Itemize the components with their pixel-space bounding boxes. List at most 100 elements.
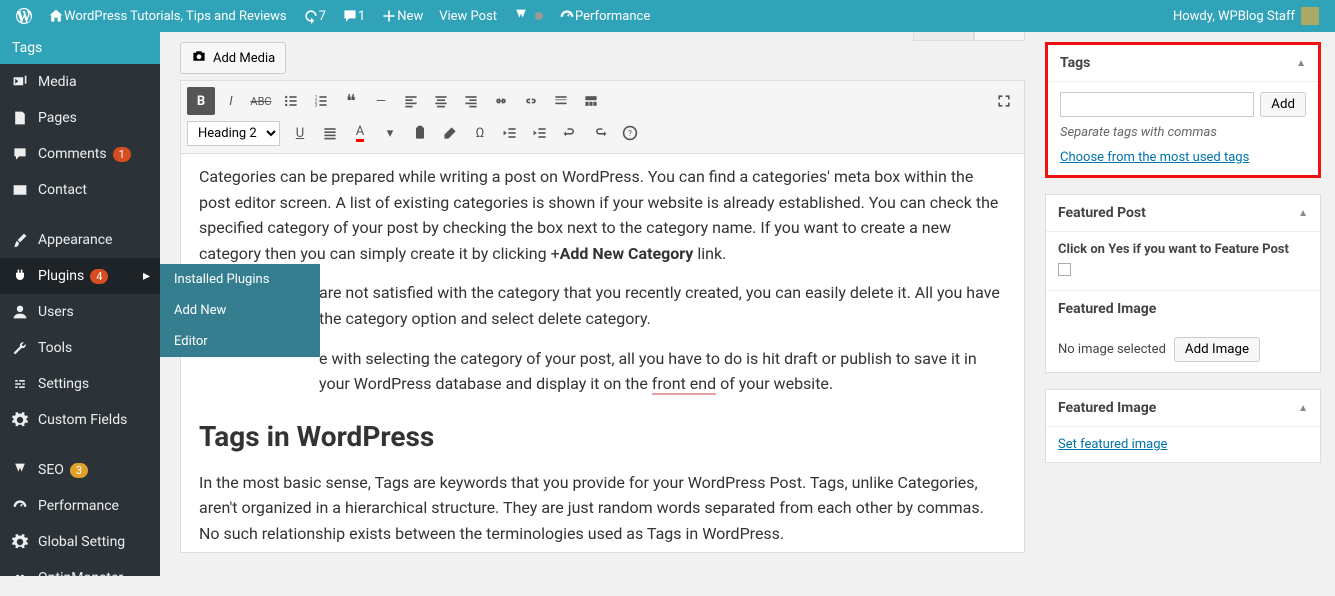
- mail-icon: [12, 182, 28, 198]
- list-ul-icon: [283, 93, 299, 109]
- toolbar-justify[interactable]: [316, 119, 344, 147]
- toolbar-align-center[interactable]: [427, 87, 455, 115]
- tags-title: Tags: [1060, 55, 1090, 71]
- brush-icon: [12, 232, 28, 248]
- toggle-icon[interactable]: ▲: [1296, 58, 1306, 69]
- sidebar-item-custom-fields[interactable]: Custom Fields: [0, 402, 160, 438]
- camera-icon: [191, 48, 207, 64]
- outdent-icon: [502, 125, 518, 141]
- toolbar-redo[interactable]: [586, 119, 614, 147]
- sidebar-item-optinmonster[interactable]: OptinMonster: [0, 560, 160, 596]
- wrench-icon: [12, 340, 28, 356]
- view-post-link[interactable]: View Post: [431, 0, 505, 32]
- toolbar-quote[interactable]: ❝: [337, 87, 365, 115]
- tags-input[interactable]: [1060, 92, 1254, 117]
- featured-post-metabox: Featured Post▲ Click on Yes if you want …: [1045, 194, 1321, 373]
- yoast-icon: [513, 8, 529, 24]
- toolbar-toggle[interactable]: [577, 87, 605, 115]
- tab-text[interactable]: Text: [974, 32, 1025, 41]
- sidebar-item-tools[interactable]: Tools: [0, 330, 160, 366]
- user-icon: [12, 304, 28, 320]
- editor-toolbar: B I ABC 123 ❝ — Heading: [180, 80, 1025, 153]
- sidebar-item-media[interactable]: Media: [0, 64, 160, 100]
- toolbar-italic[interactable]: I: [217, 87, 245, 115]
- toolbar-textcolor-picker[interactable]: ▾: [376, 119, 404, 147]
- featured-post-label: Click on Yes if you want to Feature Post: [1058, 242, 1289, 257]
- plugins-badge: 4: [90, 269, 108, 284]
- optinmonster-icon: [12, 570, 28, 586]
- sidebar-item-performance[interactable]: Performance: [0, 488, 160, 524]
- add-image-button[interactable]: Add Image: [1174, 337, 1260, 362]
- toolbar-outdent[interactable]: [496, 119, 524, 147]
- gear-icon: [12, 534, 28, 550]
- toolbar-clear[interactable]: [436, 119, 464, 147]
- align-right-icon: [463, 93, 479, 109]
- sidebar-item-seo[interactable]: SEO3: [0, 452, 160, 488]
- avatar: [1301, 7, 1319, 25]
- howdy-link[interactable]: Howdy, WPBlog Staff: [1165, 0, 1327, 32]
- toolbar-specialchar[interactable]: Ω: [466, 119, 494, 147]
- toolbar-underline[interactable]: U: [286, 119, 314, 147]
- align-left-icon: [403, 93, 419, 109]
- toolbar-undo[interactable]: [556, 119, 584, 147]
- comments-badge: 1: [113, 147, 131, 162]
- format-select[interactable]: Heading 2: [187, 121, 280, 146]
- toolbar-hr[interactable]: —: [367, 87, 395, 115]
- updates-link[interactable]: 7: [295, 0, 334, 32]
- toolbar-fullscreen[interactable]: [990, 87, 1018, 115]
- settings-icon: [12, 376, 28, 392]
- choose-tags-link[interactable]: Choose from the most used tags: [1060, 150, 1306, 165]
- tab-visual[interactable]: Visual: [913, 32, 975, 41]
- svg-text:3: 3: [315, 103, 318, 109]
- toggle-icon[interactable]: ▲: [1298, 208, 1308, 219]
- tags-hint: Separate tags with commas: [1060, 125, 1306, 140]
- comments-link[interactable]: 1: [334, 0, 373, 32]
- toolbar-ul[interactable]: [277, 87, 305, 115]
- toolbar-paste[interactable]: [406, 119, 434, 147]
- sidebar-item-appearance[interactable]: Appearance: [0, 222, 160, 258]
- sidebar-top-label[interactable]: Tags: [0, 32, 160, 64]
- sidebar-item-contact[interactable]: Contact: [0, 172, 160, 208]
- new-link[interactable]: New: [373, 0, 431, 32]
- submenu-add-new[interactable]: Add New: [160, 295, 320, 326]
- sidebar-item-plugins[interactable]: Plugins4▸: [0, 258, 160, 294]
- toolbar-indent[interactable]: [526, 119, 554, 147]
- wp-logo[interactable]: [8, 0, 40, 32]
- submenu-editor[interactable]: Editor: [160, 326, 320, 357]
- toolbar-textcolor[interactable]: A: [346, 119, 374, 147]
- toolbar-bold[interactable]: B: [187, 87, 215, 115]
- sidebar-item-comments[interactable]: Comments1: [0, 136, 160, 172]
- align-center-icon: [433, 93, 449, 109]
- fullscreen-icon: [996, 93, 1012, 109]
- media-icon: [12, 74, 28, 90]
- add-media-button[interactable]: Add Media: [180, 42, 286, 74]
- admin-bar: WordPress Tutorials, Tips and Reviews 7 …: [0, 0, 1335, 32]
- gear-icon: [12, 412, 28, 428]
- sidebar-item-global-setting[interactable]: Global Setting: [0, 524, 160, 560]
- unlink-icon: [523, 93, 539, 109]
- submenu-installed-plugins[interactable]: Installed Plugins: [160, 264, 320, 295]
- sidebar-item-pages[interactable]: Pages: [0, 100, 160, 136]
- toolbar-strike[interactable]: ABC: [247, 87, 275, 115]
- site-link[interactable]: WordPress Tutorials, Tips and Reviews: [40, 0, 295, 32]
- set-featured-image-link[interactable]: Set featured image: [1058, 437, 1308, 452]
- toolbar-ol[interactable]: 123: [307, 87, 335, 115]
- editor-tabs: VisualText: [913, 32, 1025, 41]
- gauge-icon: [12, 498, 28, 514]
- toolbar-link[interactable]: [487, 87, 515, 115]
- toolbar-more[interactable]: [547, 87, 575, 115]
- toolbar-help[interactable]: ?: [616, 119, 644, 147]
- toggle-icon[interactable]: ▲: [1298, 403, 1308, 414]
- comments-count: 1: [358, 9, 365, 24]
- new-label: New: [397, 9, 423, 24]
- add-tag-button[interactable]: Add: [1260, 92, 1306, 117]
- sidebar-item-settings[interactable]: Settings: [0, 366, 160, 402]
- toolbar-unlink[interactable]: [517, 87, 545, 115]
- toolbar-align-right[interactable]: [457, 87, 485, 115]
- yoast-link[interactable]: [505, 0, 551, 32]
- performance-link[interactable]: Performance: [551, 0, 658, 32]
- sidebar-item-users[interactable]: Users: [0, 294, 160, 330]
- help-icon: ?: [622, 125, 638, 141]
- toolbar-align-left[interactable]: [397, 87, 425, 115]
- featured-post-checkbox[interactable]: [1058, 263, 1071, 276]
